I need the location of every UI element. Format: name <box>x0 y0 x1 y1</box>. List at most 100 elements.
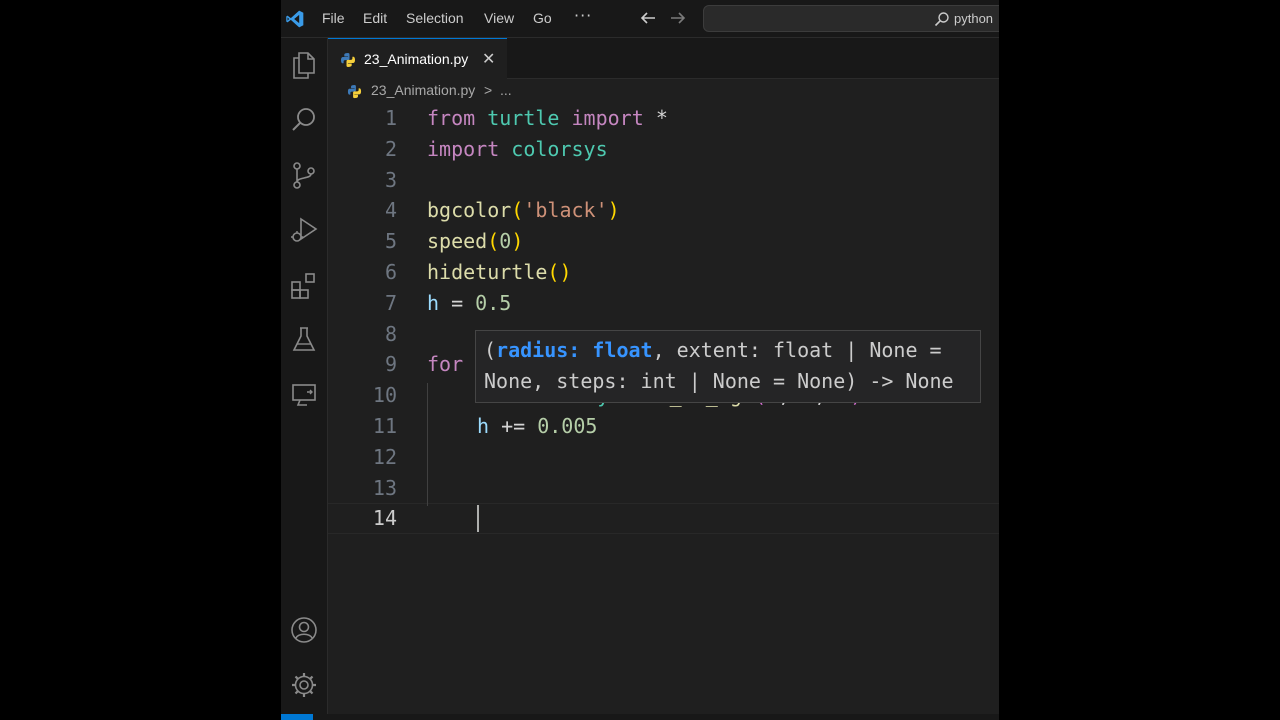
menu-selection[interactable]: Selection <box>406 10 464 26</box>
code-line[interactable]: 14 <box>328 503 999 534</box>
menu-view[interactable]: View <box>484 10 514 26</box>
python-file-icon <box>347 84 362 99</box>
code-token: speed <box>427 229 488 254</box>
line-number: 2 <box>384 136 397 161</box>
breadcrumb-more[interactable]: ... <box>500 82 512 98</box>
explorer-icon[interactable] <box>289 50 319 80</box>
tab-label: 23_Animation.py <box>364 51 469 67</box>
vscode-logo-icon <box>286 10 304 28</box>
code-token: bgcolor <box>427 198 512 223</box>
code-token: 0 <box>499 229 512 254</box>
testing-icon[interactable] <box>289 325 319 355</box>
activity-bar <box>281 38 328 720</box>
code-editor[interactable]: 1 from turtle import * 2 import colorsys 3 4 b… <box>328 103 999 720</box>
status-bar <box>281 714 999 720</box>
code-token: 0.005 <box>537 414 598 438</box>
hover-open-paren: ( <box>484 338 497 362</box>
line-number: 1 <box>384 106 397 130</box>
code-token: ( <box>511 198 524 223</box>
code-line[interactable]: 13 <box>328 473 999 504</box>
indent-guide <box>427 383 428 507</box>
code-token: h <box>477 414 490 438</box>
code-token: 'black' <box>523 198 608 223</box>
code-text: speed(0) <box>427 229 523 253</box>
hover-signature-line2: None, steps: int | None = None) -> None <box>484 369 954 393</box>
code-line[interactable]: 5 speed(0) <box>328 226 999 257</box>
tab-23-animation-py[interactable]: 23_Animation.py ✕ <box>328 38 507 79</box>
hover-active-param: radius: float <box>496 338 653 362</box>
code-token: ( <box>487 229 500 254</box>
line-number: 5 <box>384 229 397 254</box>
search-text: python <box>954 11 994 26</box>
line-number: 11 <box>372 414 397 438</box>
code-line[interactable]: 4 bgcolor('black') <box>328 195 999 226</box>
code-token: 0.5 <box>475 290 512 315</box>
line-number: 4 <box>384 198 397 223</box>
code-token: for <box>427 352 464 377</box>
manage-gear-icon[interactable] <box>289 670 319 700</box>
breadcrumb-file[interactable]: 23_Animation.py <box>371 82 475 98</box>
line-number: 10 <box>372 383 397 408</box>
menu-edit[interactable]: Edit <box>363 10 387 26</box>
close-icon[interactable]: ✕ <box>482 49 495 68</box>
code-token: ( <box>547 260 560 284</box>
search-icon[interactable] <box>289 105 319 135</box>
code-text: h += 0.005 <box>477 414 597 438</box>
code-text: bgcolor('black') <box>427 198 620 222</box>
line-number: 6 <box>384 260 397 284</box>
command-center-search[interactable]: python <box>703 5 999 32</box>
code-line[interactable]: 3 <box>328 165 999 196</box>
menu-more-icon[interactable]: ··· <box>574 6 592 25</box>
code-token: import <box>571 106 644 130</box>
code-line[interactable]: 1 from turtle import * <box>328 103 999 134</box>
search-icon <box>934 12 949 27</box>
extensions-icon[interactable] <box>289 270 319 300</box>
code-line[interactable]: 7 h = 0.5 <box>328 288 999 319</box>
code-token: ) <box>607 198 620 223</box>
code-line[interactable]: 2 import colorsys <box>328 134 999 165</box>
python-file-icon <box>341 53 355 67</box>
line-number: 8 <box>384 321 397 346</box>
code-line[interactable]: 6 hideturtle() <box>328 257 999 288</box>
code-text: import colorsys <box>427 137 608 161</box>
code-text: hideturtle() <box>427 260 572 284</box>
code-token: from <box>427 106 476 130</box>
menu-file[interactable]: File <box>322 10 345 26</box>
breadcrumb: 23_Animation.py > ... <box>328 80 999 102</box>
code-line[interactable]: 12 <box>328 442 999 473</box>
code-token: = <box>439 290 476 315</box>
code-text: h = 0.5 <box>427 291 511 315</box>
line-number: 3 <box>384 167 397 192</box>
breadcrumb-separator: > <box>484 82 493 98</box>
run-debug-icon[interactable] <box>289 215 319 245</box>
forward-arrow-icon[interactable] <box>669 9 687 27</box>
code-token: ) <box>559 260 572 284</box>
line-number: 7 <box>384 290 397 315</box>
remote-indicator[interactable] <box>281 714 313 720</box>
signature-help-popup: (radius: float, extent: float | None = N… <box>475 330 981 403</box>
title-bar: File Edit Selection View Go ··· python <box>281 0 999 38</box>
code-token: += <box>489 414 538 438</box>
hover-signature-rest: , extent: float | None = <box>652 338 942 362</box>
menu-go[interactable]: Go <box>533 10 552 26</box>
code-token: turtle <box>487 106 560 130</box>
remote-explorer-icon[interactable] <box>289 380 319 410</box>
code-token: ) <box>511 229 524 254</box>
code-text: from turtle import * <box>427 106 668 130</box>
vscode-window: File Edit Selection View Go ··· python 2… <box>281 0 999 720</box>
back-arrow-icon[interactable] <box>639 9 657 27</box>
code-line[interactable]: 11 h += 0.005 <box>328 411 999 442</box>
line-number: 12 <box>372 444 397 469</box>
line-number: 9 <box>384 352 397 377</box>
text-cursor <box>477 505 479 533</box>
source-control-icon[interactable] <box>289 160 319 190</box>
code-token: colorsys <box>511 136 608 161</box>
line-number: 13 <box>372 475 397 500</box>
tab-bar: 23_Animation.py ✕ <box>328 38 999 79</box>
accounts-icon[interactable] <box>289 615 319 645</box>
